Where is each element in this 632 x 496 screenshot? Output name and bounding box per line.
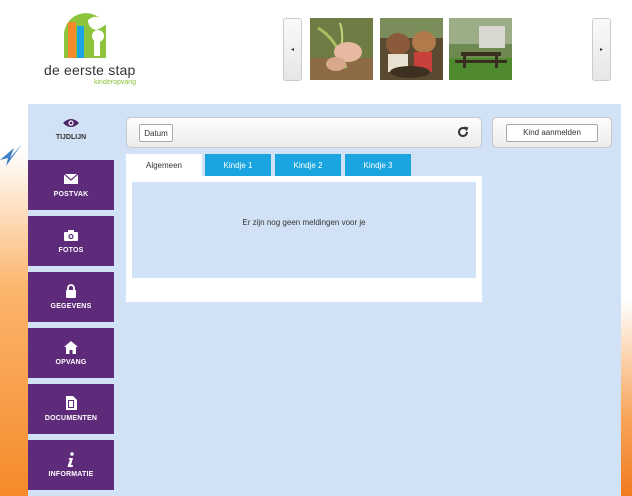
logo-subtext: kinderopvang bbox=[94, 79, 137, 86]
kind-aanmelden-wrapper: Kind aanmelden bbox=[492, 117, 612, 148]
brand-logo[interactable]: de eerste stap kinderopvang bbox=[44, 10, 144, 90]
sidebar-item-documenten[interactable]: DOCUMENTEN bbox=[28, 384, 114, 434]
logo-text: de eerste stap bbox=[44, 62, 136, 78]
empty-notifications-message: Er zijn nog geen meldingen voor je bbox=[242, 218, 366, 227]
pointer-arrow-icon bbox=[0, 144, 22, 166]
tab-algemeen[interactable]: Algemeen bbox=[126, 154, 202, 176]
chevron-left-icon: ◂ bbox=[290, 47, 294, 53]
refresh-icon[interactable] bbox=[457, 126, 469, 138]
date-filter-bar: Datum bbox=[126, 117, 482, 148]
sidebar-item-informatie[interactable]: INFORMATIE bbox=[28, 440, 114, 490]
carousel-next-button[interactable]: ▸ bbox=[592, 18, 611, 81]
decorative-orange-glow-left bbox=[0, 150, 30, 496]
kind-aanmelden-button[interactable]: Kind aanmelden bbox=[506, 123, 598, 142]
home-icon bbox=[64, 340, 78, 354]
carousel-prev-button[interactable]: ◂ bbox=[283, 18, 302, 81]
carousel-photo[interactable] bbox=[310, 18, 373, 80]
sidebar-item-label: OPVANG bbox=[55, 359, 87, 366]
sidebar-item-label: GEGEVENS bbox=[50, 303, 92, 310]
sidebar-item-postvak[interactable]: POSTVAK bbox=[28, 160, 114, 210]
carousel-photo[interactable] bbox=[380, 18, 443, 80]
sidebar-item-label: TIJDLIJN bbox=[55, 133, 87, 141]
notifications-box: Er zijn nog geen meldingen voor je bbox=[132, 182, 476, 278]
sidebar-item-gegevens[interactable]: GEGEVENS bbox=[28, 272, 114, 322]
tab-kindje-2[interactable]: Kindje 2 bbox=[275, 154, 341, 176]
carousel-photo[interactable] bbox=[449, 18, 512, 80]
sidebar-item-tijdlijn[interactable]: TIJDLIJN bbox=[28, 104, 114, 154]
tab-content-card: Er zijn nog geen meldingen voor je bbox=[126, 176, 482, 302]
datum-button[interactable]: Datum bbox=[139, 124, 173, 142]
envelope-icon bbox=[64, 174, 78, 184]
info-icon bbox=[67, 451, 74, 467]
chevron-right-icon: ▸ bbox=[599, 47, 603, 53]
lock-icon bbox=[66, 284, 76, 298]
logo-mark-icon bbox=[64, 13, 106, 58]
sidebar-item-label: INFORMATIE bbox=[48, 471, 94, 478]
photo-children-digging bbox=[380, 18, 443, 80]
photo-hands-plant bbox=[310, 18, 373, 80]
sidebar-item-label: DOCUMENTEN bbox=[44, 415, 98, 422]
document-icon bbox=[65, 396, 77, 410]
sidebar-item-opvang[interactable]: OPVANG bbox=[28, 328, 114, 378]
tab-kindje-1[interactable]: Kindje 1 bbox=[205, 154, 271, 176]
sidebar-item-label: POSTVAK bbox=[53, 191, 89, 198]
photo-garden-bench bbox=[449, 18, 512, 80]
camera-icon bbox=[64, 229, 78, 241]
eye-icon bbox=[63, 118, 79, 127]
tab-kindje-3[interactable]: Kindje 3 bbox=[345, 154, 411, 176]
sidebar-item-fotos[interactable]: FOTOS bbox=[28, 216, 114, 266]
sidebar-item-label: FOTOS bbox=[58, 247, 84, 254]
